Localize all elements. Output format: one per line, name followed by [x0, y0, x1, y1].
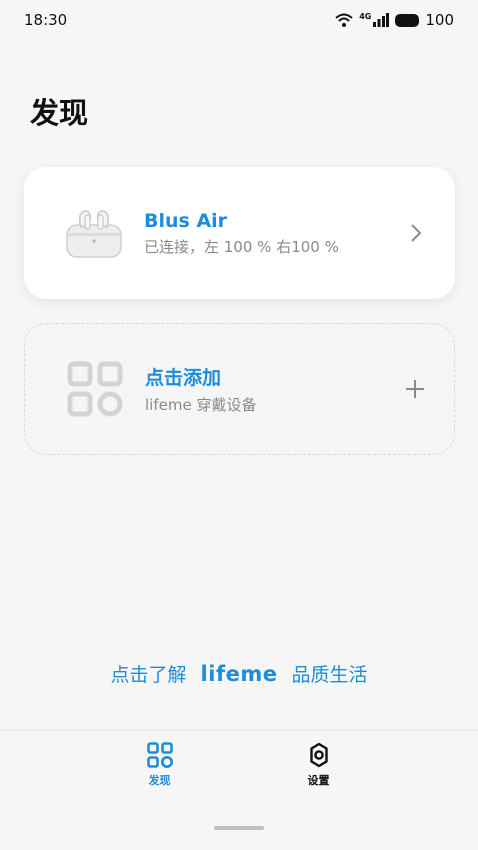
page-title: 发现	[30, 96, 89, 130]
promo-brand: lifeme	[200, 662, 278, 686]
device-name: Blus Air	[144, 209, 228, 232]
nav-tab-discover[interactable]: 发现	[130, 742, 190, 802]
status-bar: 18:30 4G 100	[0, 0, 478, 40]
wifi-icon	[335, 13, 353, 27]
bottom-nav: 发现 设置	[0, 742, 478, 802]
plus-icon[interactable]	[398, 378, 432, 400]
chevron-right-icon[interactable]	[399, 222, 433, 244]
device-card-blus-air[interactable]: Blus Air 已连接，左 100 % 右100 %	[24, 167, 455, 299]
nav-label-discover: 发现	[148, 774, 171, 787]
add-device-title: 点击添加	[145, 367, 222, 389]
promo-link[interactable]: 点击了解 lifeme 品质生活	[0, 660, 478, 687]
nav-divider	[0, 730, 478, 731]
nav-tab-settings[interactable]: 设置	[289, 742, 349, 802]
battery-level: 100	[425, 11, 454, 29]
network-type: 4G	[359, 11, 372, 21]
device-connection-status: 已连接，左 100 % 右100 %	[144, 237, 339, 256]
add-device-card[interactable]: 点击添加 lifeme 穿戴设备	[24, 323, 455, 455]
grid-apps-icon	[146, 742, 173, 768]
battery-icon	[395, 13, 420, 27]
gear-icon	[309, 742, 328, 768]
status-icons: 4G 100	[335, 11, 454, 29]
earbuds-case-icon	[54, 193, 134, 273]
add-device-subtitle: lifeme 穿戴设备	[145, 396, 257, 414]
home-indicator[interactable]	[214, 826, 264, 830]
promo-suffix: 品质生活	[291, 664, 368, 686]
nav-label-settings: 设置	[307, 774, 330, 787]
status-time: 18:30	[24, 11, 68, 29]
promo-prefix: 点击了解	[110, 664, 187, 686]
signal-icon	[373, 13, 390, 27]
grid-apps-icon	[55, 349, 135, 429]
add-device-info: 点击添加 lifeme 穿戴设备	[145, 363, 398, 415]
device-info: Blus Air 已连接，左 100 % 右100 %	[144, 210, 399, 257]
